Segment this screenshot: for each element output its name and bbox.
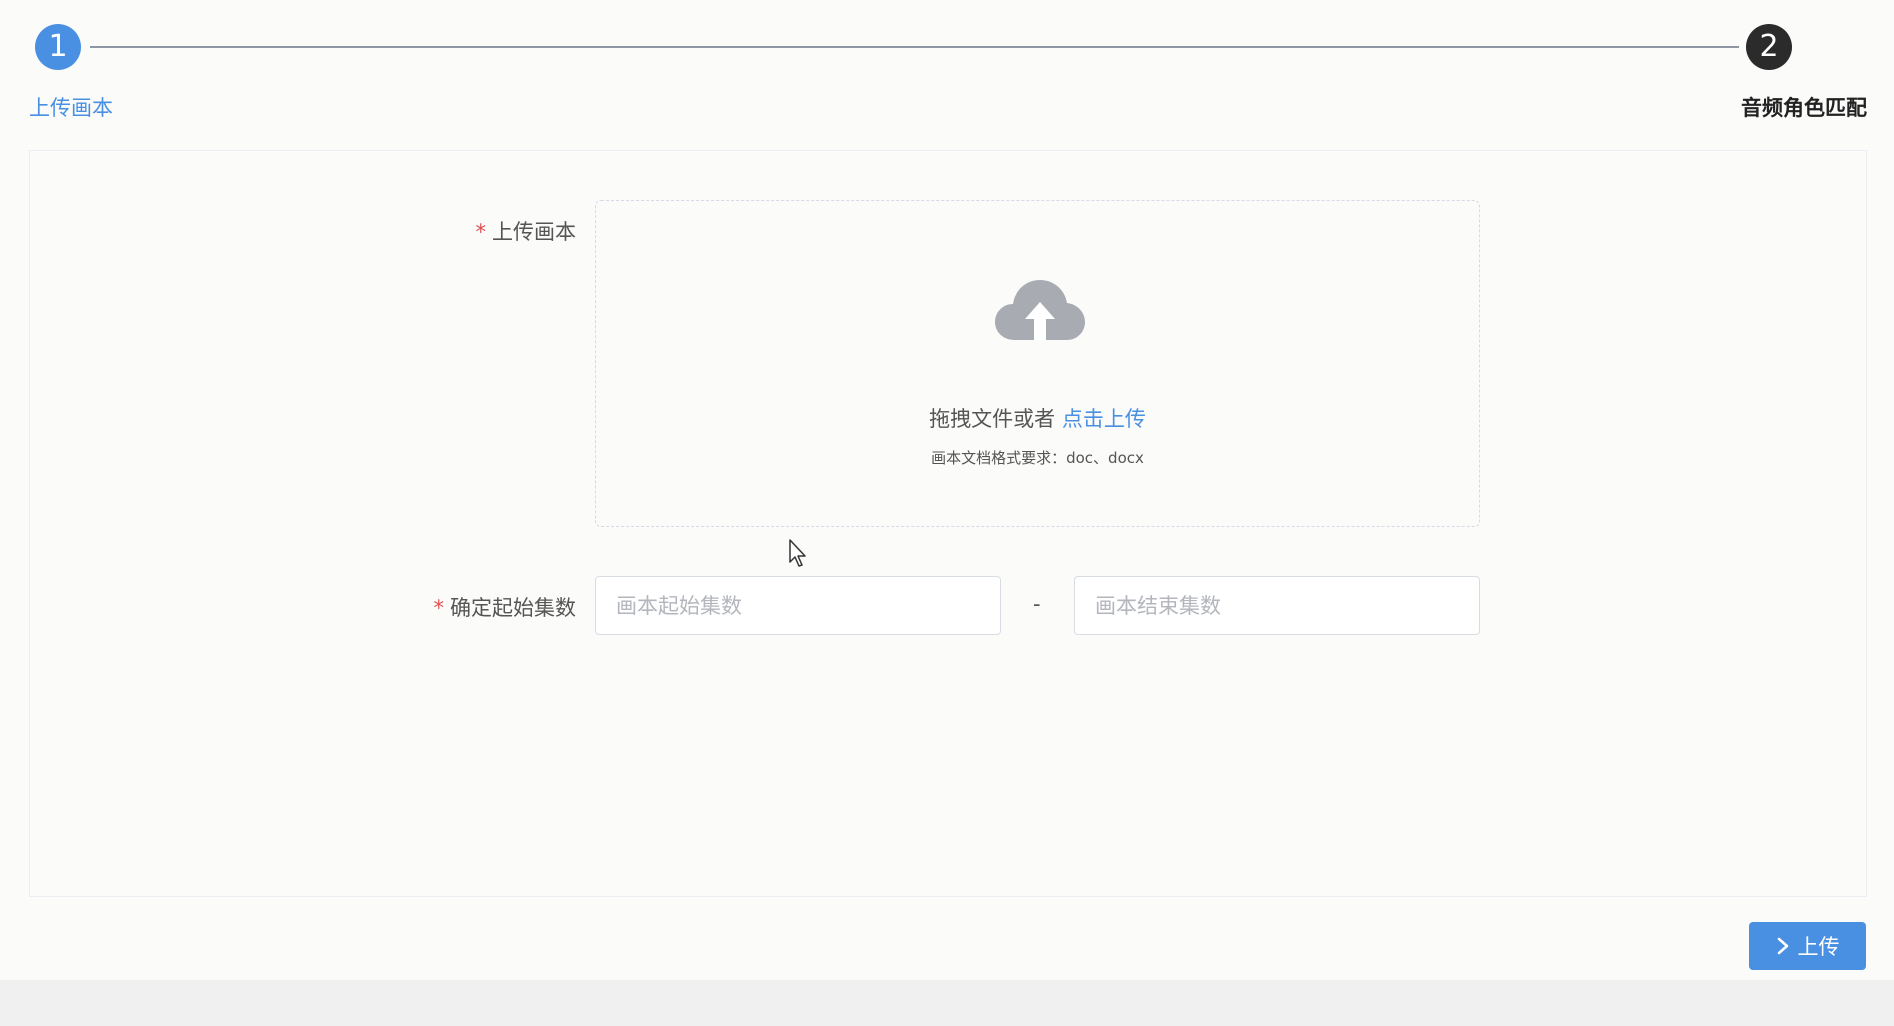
format-hint: 画本文档格式要求：doc、docx: [931, 449, 1144, 467]
cloud-upload-icon: [995, 280, 1085, 340]
mouse-cursor-icon: [789, 539, 806, 567]
step-1-label: 上传画本: [29, 96, 113, 120]
upload-button-label: 上传: [1797, 935, 1840, 959]
steps-connector-line: [90, 46, 1739, 48]
step-1-indicator[interactable]: 1: [35, 24, 81, 70]
page: 1 2 上传画本 音频角色匹配 * 上传画本 拖拽文件或者 点击上传 画本文档格式…: [0, 0, 1894, 980]
upload-label: * 上传画本: [476, 216, 577, 246]
end-episode-input[interactable]: [1074, 576, 1480, 635]
bottom-strip: [0, 980, 1894, 1026]
chevron-right-icon: [1777, 937, 1788, 955]
range-label-text: 确定起始集数: [450, 596, 576, 620]
start-episode-input[interactable]: [595, 576, 1001, 635]
step-2-indicator[interactable]: 2: [1746, 24, 1792, 70]
required-mark: *: [475, 220, 487, 244]
required-mark: *: [433, 596, 445, 620]
drop-instructions: 拖拽文件或者 点击上传: [596, 403, 1479, 433]
upload-button[interactable]: 上传: [1749, 922, 1866, 970]
upload-label-text: 上传画本: [492, 220, 576, 244]
range-separator: -: [1033, 592, 1041, 616]
drop-text: 拖拽文件或者: [929, 407, 1056, 431]
step-2-label: 音频角色匹配: [1741, 96, 1867, 120]
range-label: * 确定起始集数: [434, 592, 577, 622]
file-dropzone[interactable]: 拖拽文件或者 点击上传 画本文档格式要求：doc、docx: [595, 200, 1480, 527]
click-upload-link[interactable]: 点击上传: [1062, 407, 1146, 431]
